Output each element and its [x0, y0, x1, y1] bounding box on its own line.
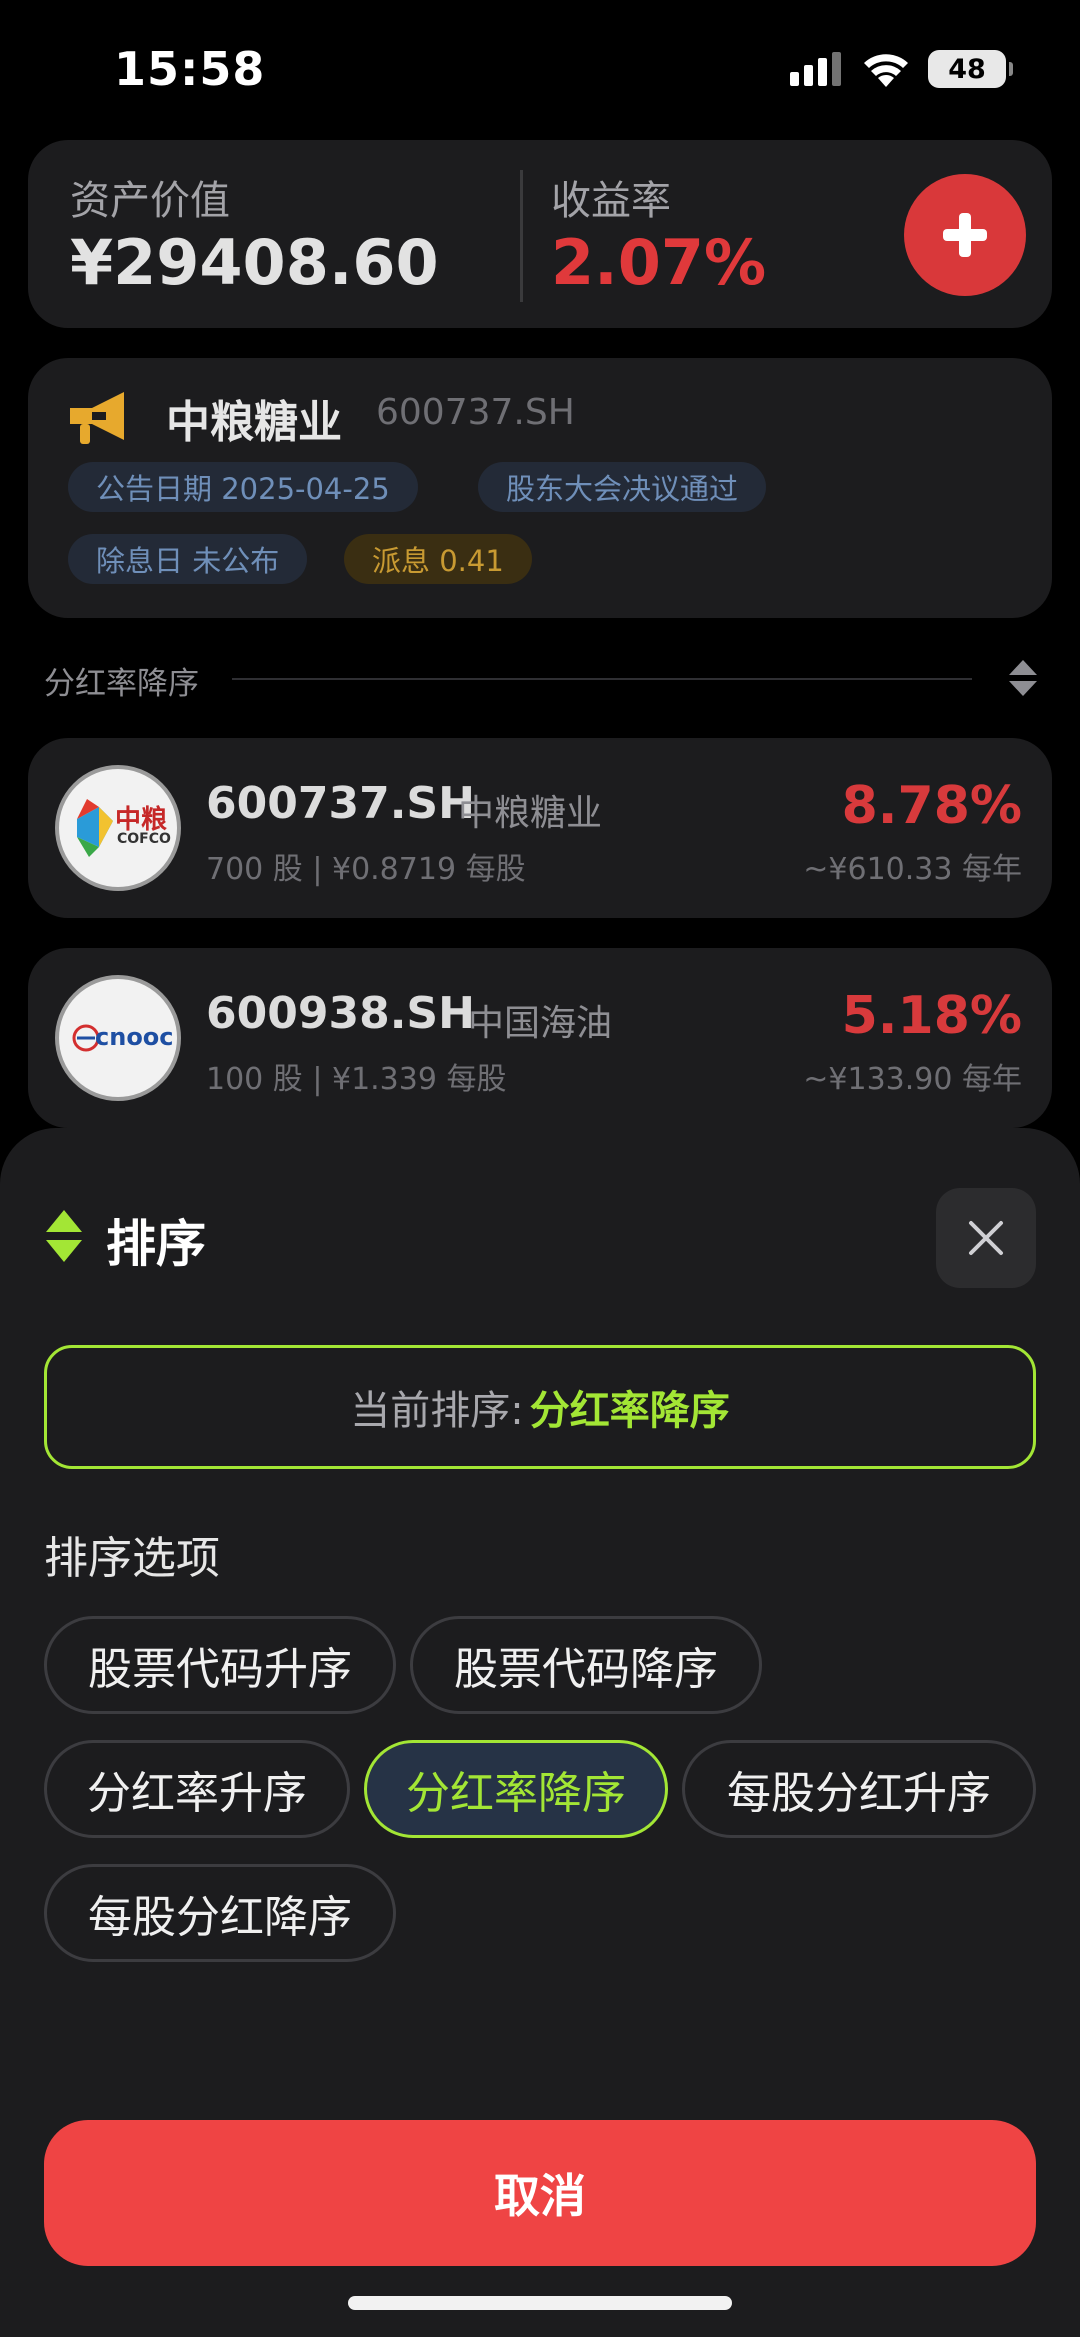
status-time: 15:58	[114, 42, 266, 96]
stock-code: 600938.SH	[206, 988, 475, 1039]
status-bar: 15:58 48	[0, 0, 1080, 130]
summary-divider	[520, 170, 523, 302]
dividend-chip: 派息 0.41	[344, 534, 532, 584]
cancel-button[interactable]: 取消	[44, 2120, 1036, 2266]
return-rate-value: 2.07%	[551, 226, 767, 299]
stock-holding-detail: 700 股 | ¥0.8719 每股	[206, 852, 526, 887]
current-sort-label: 当前排序:	[350, 1388, 524, 1434]
annual-dividend: ~¥133.90 每年	[803, 1062, 1022, 1097]
stock-row[interactable]: cnooc 600938.SH 中国海油 100 股 | ¥1.339 每股 5…	[28, 948, 1052, 1128]
stock-holding-detail: 100 股 | ¥1.339 每股	[206, 1062, 507, 1097]
sort-option-yield-asc[interactable]: 分红率升序	[44, 1740, 350, 1838]
announcement-stock-code: 600737.SH	[376, 392, 575, 433]
current-sort-value: 分红率降序	[529, 1388, 730, 1434]
plus-icon	[943, 213, 987, 257]
close-button[interactable]	[936, 1188, 1036, 1288]
announcement-stock-name: 中粮糖业	[166, 397, 342, 448]
sort-sheet: 排序 当前排序: 分红率降序 排序选项 股票代码升序 股票代码降序 分红率升序 …	[0, 1128, 1080, 2337]
asset-value: ¥29408.60	[70, 226, 439, 299]
return-rate-label: 收益率	[551, 178, 671, 224]
asset-value-label: 资产价值	[70, 178, 230, 224]
announcement-date-chip: 公告日期 2025-04-25	[68, 462, 418, 512]
sort-option-dps-desc[interactable]: 每股分红降序	[44, 1864, 396, 1962]
stock-row[interactable]: 中粮 COFCO 600737.SH 中粮糖业 700 股 | ¥0.8719 …	[28, 738, 1052, 918]
sort-bar-divider	[232, 678, 972, 680]
announcement-card[interactable]: 中粮糖业 600737.SH 公告日期 2025-04-25 股东大会决议通过 …	[28, 358, 1052, 618]
megaphone-icon	[70, 392, 124, 444]
resolution-chip: 股东大会决议通过	[478, 462, 767, 512]
sort-option-yield-desc[interactable]: 分红率降序	[364, 1740, 668, 1838]
sort-bar-label: 分红率降序	[44, 666, 199, 702]
stock-name: 中粮糖业	[458, 793, 603, 834]
logo-subtext: COFCO	[117, 831, 171, 847]
sort-option-code-asc[interactable]: 股票代码升序	[44, 1616, 396, 1714]
sort-option-code-desc[interactable]: 股票代码降序	[410, 1616, 762, 1714]
logo-text: cnooc	[95, 1023, 174, 1051]
sort-icon[interactable]	[1006, 658, 1040, 698]
stock-name: 中国海油	[468, 1003, 613, 1044]
close-icon	[969, 1221, 1003, 1255]
battery-indicator: 48	[928, 50, 1013, 88]
wifi-icon	[864, 54, 908, 87]
dividend-yield: 5.18%	[841, 986, 1022, 1046]
cellular-signal-icon	[790, 52, 841, 86]
stock-code: 600737.SH	[206, 778, 475, 829]
cofco-logo: 中粮 COFCO	[55, 765, 181, 891]
sort-option-dps-asc[interactable]: 每股分红升序	[682, 1740, 1036, 1838]
sort-arrows-icon	[46, 1210, 82, 1262]
annual-dividend: ~¥610.33 每年	[803, 852, 1022, 887]
sheet-title: 排序	[106, 1215, 206, 1273]
add-button[interactable]	[904, 174, 1026, 296]
sort-bar[interactable]: 分红率降序	[44, 656, 1040, 702]
sort-options-heading: 排序选项	[44, 1533, 220, 1584]
dividend-yield: 8.78%	[841, 776, 1022, 836]
cnooc-logo: cnooc	[55, 975, 181, 1101]
current-sort-indicator: 当前排序: 分红率降序	[44, 1345, 1036, 1469]
portfolio-summary-card: 资产价值 ¥29408.60 收益率 2.07%	[28, 140, 1052, 328]
ex-dividend-date-chip: 除息日 未公布	[68, 534, 308, 584]
home-indicator	[348, 2296, 732, 2310]
status-icons: 48	[790, 50, 1013, 88]
